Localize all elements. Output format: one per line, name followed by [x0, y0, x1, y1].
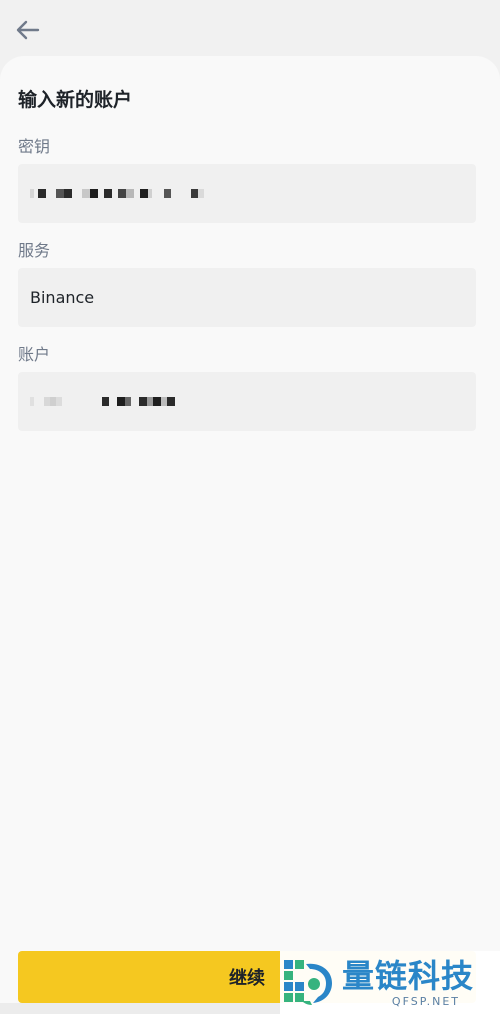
top-bar	[0, 0, 500, 56]
service-field[interactable]: Binance	[18, 268, 476, 327]
service-value: Binance	[30, 288, 95, 307]
watermark-title: 量链科技	[342, 957, 475, 995]
watermark: 量链科技 QFSP.NET	[280, 951, 500, 1014]
page-title: 输入新的账户	[18, 89, 133, 111]
continue-label: 继续	[229, 968, 265, 989]
service-label: 服务	[18, 241, 51, 260]
qfsp-logo-icon	[284, 959, 332, 1005]
bottom-strip	[0, 1003, 280, 1014]
secret-key-label: 密钥	[18, 137, 51, 156]
masked-value	[30, 188, 204, 200]
secret-key-field[interactable]	[18, 164, 476, 223]
account-field[interactable]	[18, 372, 476, 431]
watermark-subtitle: QFSP.NET	[391, 995, 461, 1008]
masked-value	[30, 396, 175, 408]
account-label: 账户	[18, 345, 51, 364]
arrow-left-icon	[16, 20, 40, 40]
back-button[interactable]	[10, 12, 46, 48]
